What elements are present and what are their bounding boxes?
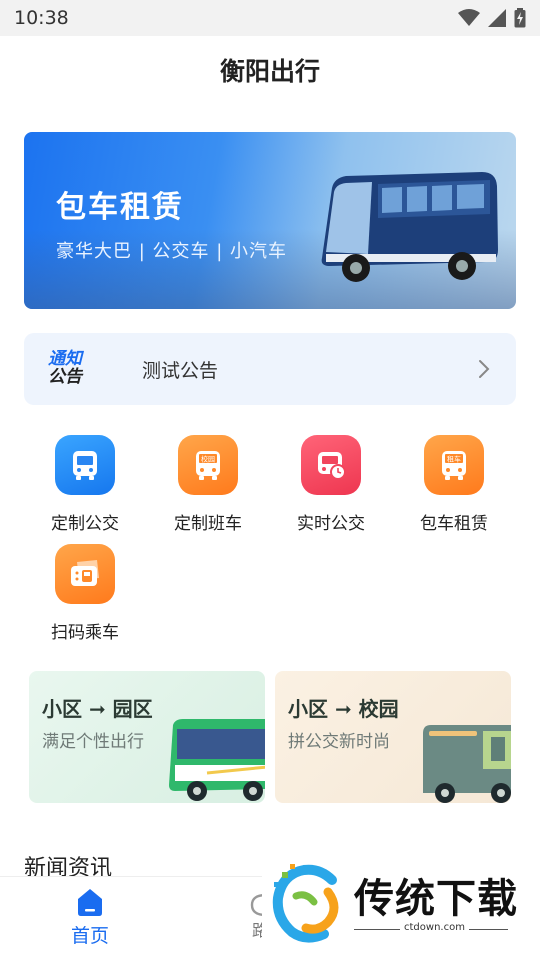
service-shuttle-bus[interactable]: 校园 定制班车	[153, 435, 263, 534]
notice-tag-line2: 公告	[48, 367, 82, 387]
route-card-community-park[interactable]: 小区 ➞ 园区 满足个性出行	[29, 671, 265, 803]
watermark-url: ctdown.com	[400, 922, 469, 933]
watermark: 传统下载 ctdown.com	[262, 856, 540, 960]
rental-bus-icon-text: 租车	[447, 455, 461, 464]
notice-text: 测试公告	[142, 359, 219, 382]
banner-subtitle: 豪华大巴 | 公交车 | 小汽车	[56, 241, 288, 262]
signal-icon	[488, 9, 506, 27]
rental-bus-icon: 租车	[424, 435, 484, 495]
status-bar: 10:38	[0, 0, 540, 36]
chevron-right-icon	[479, 360, 490, 378]
nav-home[interactable]: 首页	[60, 887, 120, 948]
school-bus-icon-text: 校园	[201, 455, 215, 464]
banner-title: 包车租赁	[56, 190, 184, 225]
service-label: 扫码乘车	[51, 623, 119, 643]
coach-bus-illustration	[321, 172, 498, 282]
status-icons	[458, 8, 526, 28]
notice-tag: 通知 公告	[48, 350, 96, 387]
watermark-logo-icon	[272, 864, 339, 943]
realtime-bus-icon	[301, 435, 361, 495]
battery-icon	[514, 8, 526, 28]
route-title: 小区 ➞ 校园	[288, 697, 399, 721]
charter-banner[interactable]: 包车租赁 豪华大巴 | 公交车 | 小汽车	[24, 132, 516, 309]
watermark-text: 传统下载	[354, 876, 518, 922]
service-charter-rental[interactable]: 租车 包车租赁	[399, 435, 509, 534]
route-subtitle: 满足个性出行	[42, 732, 144, 752]
grey-bus-illustration	[423, 725, 511, 803]
service-realtime-bus[interactable]: 实时公交	[276, 435, 386, 534]
notice-bar[interactable]: 通知 公告 测试公告	[24, 333, 516, 405]
route-title: 小区 ➞ 园区	[42, 697, 153, 721]
status-time: 10:38	[14, 7, 69, 29]
service-scan-ride[interactable]: 扫码乘车	[30, 544, 140, 643]
page-title: 衡阳出行	[219, 57, 320, 86]
home-icon	[78, 889, 102, 916]
green-bus-illustration	[169, 719, 265, 801]
route-card-community-campus[interactable]: 小区 ➞ 校园 拼公交新时尚	[275, 671, 511, 803]
wifi-icon	[458, 9, 480, 26]
service-custom-bus[interactable]: 定制公交	[30, 435, 140, 534]
scan-ticket-icon	[55, 544, 115, 604]
route-subtitle: 拼公交新时尚	[288, 732, 390, 752]
service-label: 实时公交	[297, 514, 365, 534]
service-label: 定制公交	[51, 514, 119, 534]
nav-home-label: 首页	[70, 925, 109, 947]
bus-icon	[55, 435, 115, 495]
service-label: 包车租赁	[420, 514, 488, 534]
school-bus-icon: 校园	[178, 435, 238, 495]
service-label: 定制班车	[174, 514, 242, 534]
